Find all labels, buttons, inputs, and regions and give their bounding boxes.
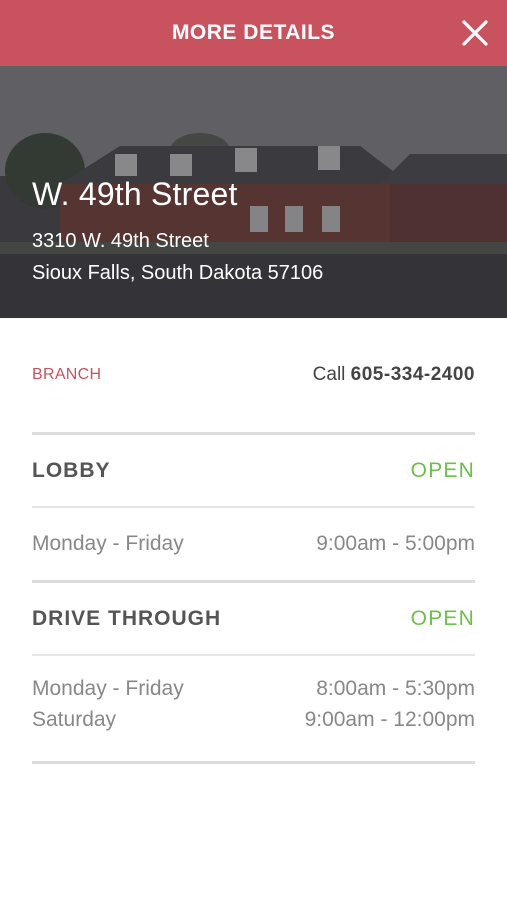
drive-through-section: DRIVE THROUGH OPEN Monday - Friday 8:00a… [32, 583, 475, 764]
lobby-hours: Monday - Friday 9:00am - 5:00pm [32, 508, 475, 580]
hours-days: Monday - Friday [32, 677, 184, 700]
lobby-status-badge: OPEN [410, 458, 475, 482]
drive-through-header: DRIVE THROUGH OPEN [32, 583, 475, 656]
top-bar: MORE DETAILS [0, 0, 507, 66]
close-icon[interactable] [461, 19, 489, 47]
lobby-title: LOBBY [32, 458, 111, 482]
hours-days: Monday - Friday [32, 532, 184, 555]
hours-row: Monday - Friday 9:00am - 5:00pm [32, 532, 475, 556]
drive-through-title: DRIVE THROUGH [32, 606, 222, 630]
lobby-header: LOBBY OPEN [32, 435, 475, 508]
branch-photo-banner: W. 49th Street 3310 W. 49th Street Sioux… [0, 66, 507, 318]
hours-row: Saturday 9:00am - 12:00pm [32, 704, 475, 735]
hours-time: 8:00am - 5:30pm [316, 677, 475, 700]
branch-name: W. 49th Street [32, 176, 238, 212]
address-line-1: 3310 W. 49th Street [32, 230, 209, 252]
call-link[interactable]: Call 605-334-2400 [313, 364, 475, 386]
hours-row: Monday - Friday 8:00am - 5:30pm [32, 673, 475, 704]
drive-through-status-badge: OPEN [410, 606, 475, 630]
branch-row: BRANCH Call 605-334-2400 [32, 318, 475, 435]
phone-number[interactable]: 605-334-2400 [351, 364, 475, 385]
branch-type-label: BRANCH [32, 366, 102, 383]
page-title: MORE DETAILS [171, 21, 336, 44]
drive-through-hours: Monday - Friday 8:00am - 5:30pm Saturday… [32, 656, 475, 761]
hours-time: 9:00am - 5:00pm [316, 532, 475, 555]
details-content: BRANCH Call 605-334-2400 LOBBY OPEN Mond… [32, 318, 475, 764]
address-line-2: Sioux Falls, South Dakota 57106 [32, 262, 324, 284]
lobby-section: LOBBY OPEN Monday - Friday 9:00am - 5:00… [32, 435, 475, 583]
hours-days: Saturday [32, 708, 117, 731]
branch-info: W. 49th Street 3310 W. 49th Street Sioux… [32, 176, 323, 289]
call-prefix: Call [312, 364, 346, 385]
hours-time: 9:00am - 12:00pm [304, 708, 475, 731]
